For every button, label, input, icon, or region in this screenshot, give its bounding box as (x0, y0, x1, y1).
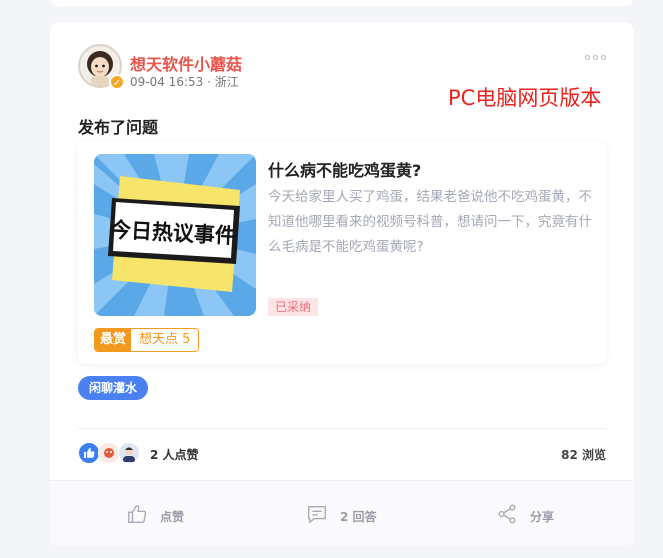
share-icon (496, 503, 518, 529)
likes-count: 2 人点赞 (150, 448, 199, 462)
liker-avatars (78, 442, 140, 464)
question-title[interactable]: 什么病不能吃鸡蛋黄? (268, 157, 421, 181)
question-description: 今天给家里人买了鸡蛋，结果老爸说他不吃鸡蛋黄，不知道他哪里看来的视频号科普，想请… (268, 189, 592, 255)
question-card[interactable]: 今日热议事件 什么病不能吃鸡蛋黄? 今天给家里人买了鸡蛋，结果老爸说他不吃鸡蛋黄… (78, 142, 606, 364)
thumb-up-icon (126, 503, 148, 529)
like-button[interactable]: 点赞 (126, 503, 184, 529)
share-button[interactable]: 分享 (496, 503, 554, 529)
share-label: 分享 (530, 509, 555, 524)
topic-tag[interactable]: 闲聊灌水 (78, 376, 149, 400)
more-horizontal-icon[interactable] (585, 55, 606, 60)
watermark-text: PC电脑网页版本 (448, 86, 602, 110)
likes-row: 2 人点赞 82 浏览 (78, 442, 606, 466)
adopted-status-badge: 已采纳 (268, 298, 319, 316)
post-meta: 09-04 16:53 · 浙江 (130, 73, 239, 90)
liker-avatar-2[interactable] (118, 442, 140, 464)
like-label: 点赞 (160, 509, 185, 524)
reply-button[interactable]: 2 回答 (306, 503, 377, 529)
reply-label: 2 回答 (340, 509, 377, 524)
meta-separator: · (207, 75, 215, 89)
liker-avatar-1[interactable] (98, 442, 120, 464)
reward-label: 悬赏 (95, 329, 132, 351)
views-count: 82 浏览 (561, 448, 606, 462)
verified-badge-icon: ✓ (109, 74, 125, 90)
post-card: ✓ 想天软件小蘑菇 09-04 16:53 · 浙江 PC电脑网页版本 发布了问… (50, 22, 634, 547)
reward-value: 想天点 5 (131, 329, 199, 351)
post-action-title: 发布了问题 (78, 118, 159, 137)
post-location: 浙江 (214, 75, 239, 89)
reward-badge: 悬赏 想天点 5 (94, 328, 200, 352)
author-name[interactable]: 想天软件小蘑菇 (130, 51, 242, 75)
question-thumbnail: 今日热议事件 (94, 154, 256, 316)
action-bar: 点赞 2 回答 分享 (50, 480, 634, 547)
author-avatar[interactable]: ✓ (78, 44, 125, 90)
previous-post-card (50, 0, 634, 6)
divider (78, 428, 606, 429)
thumb-up-icon (78, 442, 100, 464)
post-time: 09-04 16:53 (130, 75, 204, 89)
comment-icon (306, 503, 328, 529)
